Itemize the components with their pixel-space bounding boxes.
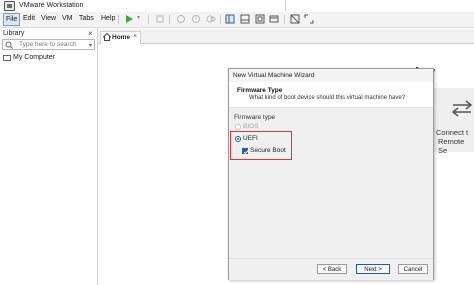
library-search-placeholder: Type here to search [19, 41, 77, 48]
tab-close-button[interactable]: × [133, 33, 137, 40]
power-on-icon[interactable] [124, 14, 134, 24]
menu-help[interactable]: Help [100, 13, 116, 24]
thumbnail-bar-icon[interactable] [240, 14, 250, 24]
library-title: Library [3, 30, 25, 37]
bios-radio[interactable] [235, 124, 241, 130]
menu-tabs[interactable]: Tabs [78, 13, 95, 24]
library-pane [0, 28, 98, 285]
connect-tile-line1: Connect t [436, 128, 469, 137]
power-dropdown-icon[interactable]: ▾ [137, 14, 140, 21]
wizard-header-title: Firmware Type [237, 87, 283, 94]
firmware-group-label: Firmware type [234, 114, 276, 121]
uefi-radio-label: UEFI [243, 135, 258, 142]
next-button[interactable]: Next > [356, 264, 390, 274]
menu-file[interactable]: File [3, 13, 21, 26]
toolbar-separator [118, 15, 119, 24]
revert-snapshot-icon[interactable] [191, 14, 201, 24]
cancel-button[interactable]: Cancel [398, 264, 428, 274]
computer-icon [3, 55, 11, 61]
suspend-icon[interactable] [155, 14, 165, 24]
unity-view-icon[interactable] [269, 14, 279, 24]
menu-vm[interactable]: VM [61, 13, 74, 24]
titlebar-divider [285, 0, 286, 12]
snapshot-manager-icon[interactable] [206, 14, 216, 24]
secure-boot-label: Secure Boot [250, 147, 286, 154]
home-icon [103, 33, 111, 41]
sidebar-view-icon[interactable] [225, 14, 235, 24]
toolbar-separator [169, 15, 170, 24]
menu-edit[interactable]: Edit [22, 13, 36, 24]
back-button[interactable]: < Back [317, 264, 347, 274]
menu-view[interactable]: View [40, 13, 57, 24]
toolbar-separator [284, 15, 285, 24]
connect-tile-line2: Remote Se [438, 137, 465, 155]
search-icon [5, 41, 13, 49]
checkmark-icon [243, 150, 249, 155]
console-view-icon[interactable] [290, 14, 300, 24]
wizard-window-title: New Virtual Machine Wizard [233, 72, 315, 79]
library-item-my-computer[interactable]: My Computer [13, 54, 55, 61]
secure-boot-checkbox[interactable] [242, 148, 249, 155]
window-title: VMware Workstation [19, 2, 84, 9]
library-close-button[interactable]: × [88, 29, 93, 38]
tab-home-label: Home [112, 34, 131, 41]
snapshot-icon[interactable] [176, 14, 186, 24]
toolbar-separator [220, 15, 221, 24]
connect-arrows-icon [451, 100, 473, 117]
full-screen-icon[interactable] [255, 14, 265, 24]
tab-bar [98, 29, 474, 44]
wizard-header-subtitle: What kind of boot device should this vir… [249, 95, 406, 101]
toolbar-separator [148, 15, 149, 24]
bios-radio-label: BIOS [243, 123, 259, 130]
uefi-radio[interactable] [235, 136, 241, 142]
search-dropdown-icon[interactable]: ▾ [89, 42, 92, 49]
fit-window-icon[interactable] [304, 14, 314, 24]
vmware-app-icon [4, 1, 15, 11]
